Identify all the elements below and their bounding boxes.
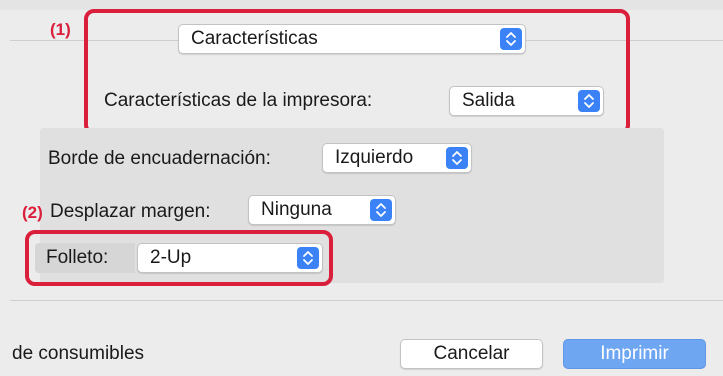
printer-features-popup[interactable]: Salida — [449, 86, 604, 116]
chevron-updown-icon — [370, 199, 392, 221]
features-menu-popup[interactable]: Características — [178, 24, 526, 54]
bottom-divider — [10, 300, 723, 301]
callout-2: (2) — [22, 203, 43, 222]
booklet-popup[interactable]: 2-Up — [137, 243, 323, 273]
cancel-button[interactable]: Cancelar — [400, 339, 543, 369]
booklet-value: 2-Up — [150, 247, 192, 268]
print-button[interactable]: Imprimir — [563, 339, 706, 369]
booklet-label: Folleto: — [46, 247, 109, 268]
chevron-updown-icon — [500, 28, 522, 50]
callout-1: (1) — [50, 20, 71, 39]
chevron-updown-icon — [446, 147, 468, 169]
chevron-updown-icon — [578, 90, 600, 112]
binding-edge-value: Izquierdo — [335, 147, 414, 168]
chevron-updown-icon — [297, 247, 319, 269]
printer-features-label: Características de la impresora: — [104, 90, 373, 111]
printer-features-value: Salida — [462, 90, 515, 111]
margin-shift-value: Ninguna — [261, 199, 332, 220]
features-menu-value: Características — [191, 28, 318, 49]
margin-shift-label: Desplazar margen: — [50, 201, 211, 222]
binding-edge-label: Borde de encuadernación: — [48, 148, 271, 169]
margin-shift-popup[interactable]: Ninguna — [248, 195, 396, 225]
supplies-link[interactable]: de consumibles — [12, 343, 144, 365]
binding-edge-popup[interactable]: Izquierdo — [322, 143, 472, 173]
